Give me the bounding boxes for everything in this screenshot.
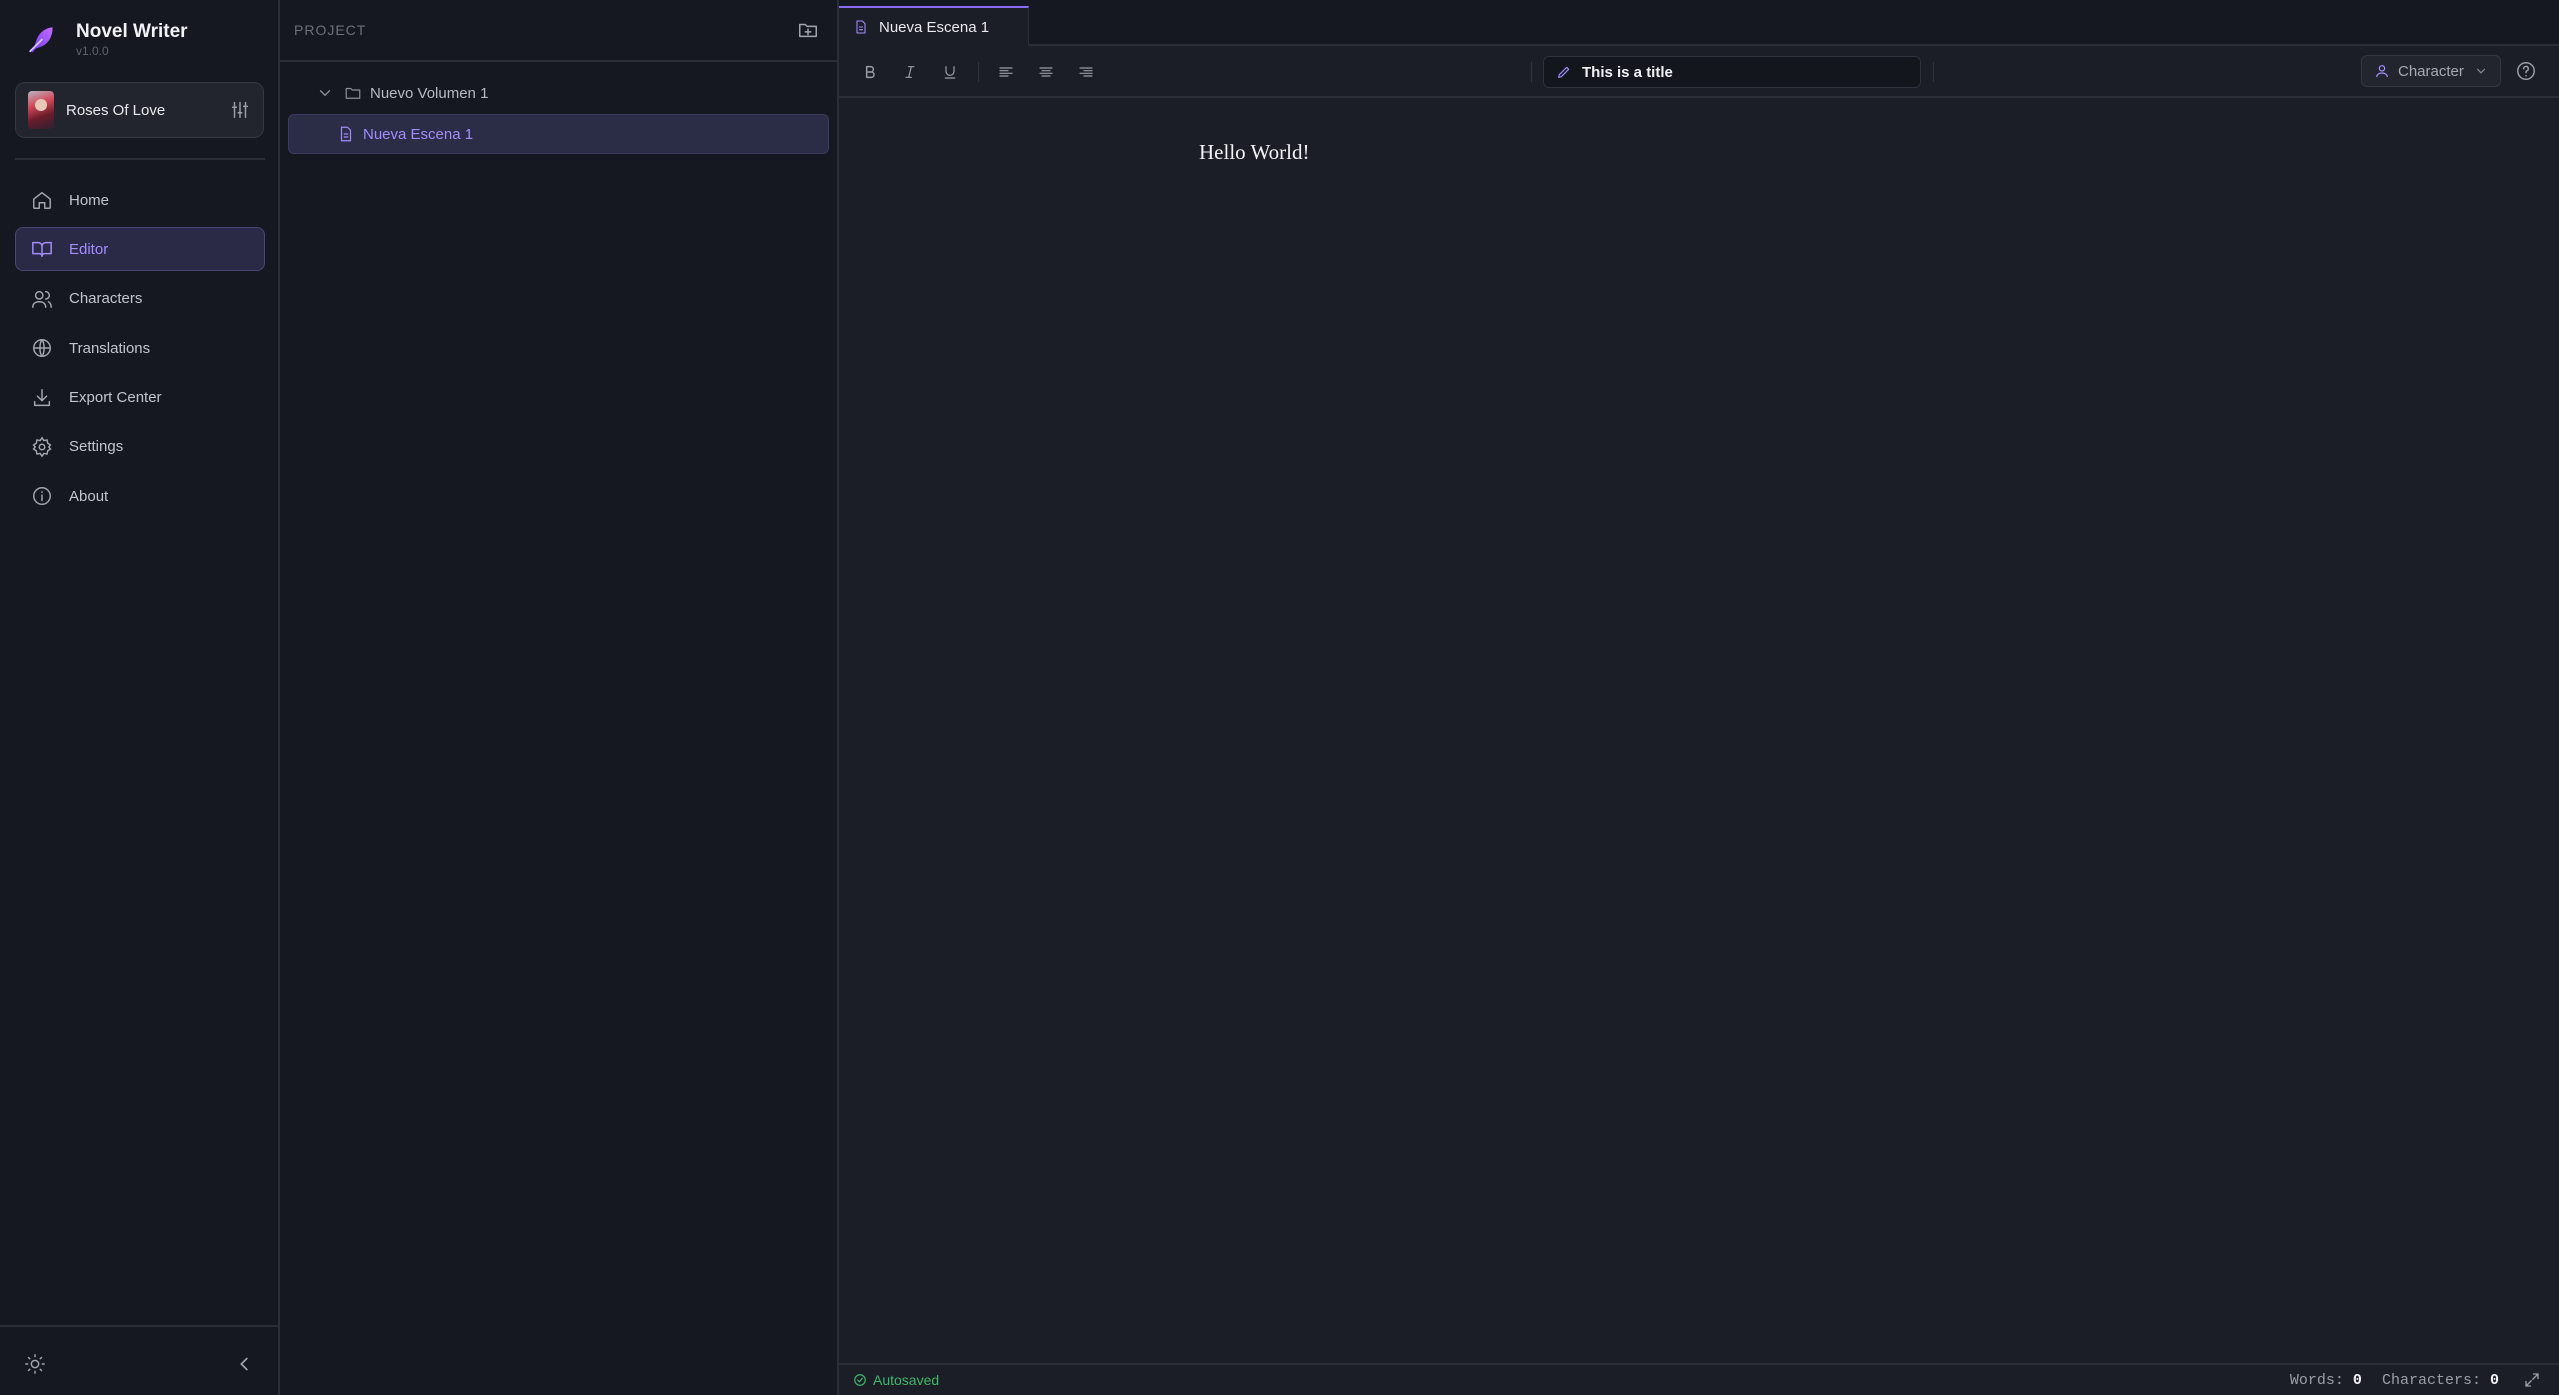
status-bar: Autosaved Words: 0 Characters: 0 [839,1363,2559,1395]
nav-item-label: Translations [69,339,151,357]
italic-icon[interactable] [897,59,923,85]
words-count: Words: 0 [2289,1371,2362,1389]
nav-item-translations[interactable]: Translations [15,326,265,370]
align-center-icon[interactable] [1033,59,1059,85]
tab-bar: Nueva Escena 1 [839,0,2559,46]
tab-label: Nueva Escena 1 [879,18,990,36]
character-select[interactable]: Character [2361,55,2501,87]
nav-item-label: Home [69,191,110,209]
app-title: Novel Writer [76,21,188,42]
folder-icon [344,84,362,102]
project-cover-image [28,91,54,129]
nav-item-label: Editor [69,240,109,258]
project-selector[interactable]: Roses Of Love [15,82,264,138]
tree-item-scene[interactable]: Nueva Escena 1 [288,114,829,154]
check-circle-icon [853,1373,867,1387]
character-select-label: Character [2398,62,2464,80]
feather-logo-icon [24,22,58,56]
autosave-label: Autosaved [873,1372,940,1388]
home-icon [31,189,53,211]
user-icon [2374,63,2390,79]
document-content[interactable]: Hello World! [1199,140,1310,165]
scene-label: Nueva Escena 1 [363,125,474,143]
sidebar: Novel Writer v1.0.0 Roses Of Love Home E… [0,0,280,1395]
project-name: Roses Of Love [66,101,166,119]
title-field[interactable] [1543,56,1921,88]
nav-item-characters[interactable]: Characters [15,277,265,321]
volume-label: Nuevo Volumen 1 [370,84,489,102]
download-icon [31,387,53,409]
tree-header: PROJECT [280,0,837,62]
nav-item-label: Characters [69,290,143,308]
tab-nueva-escena-1[interactable]: Nueva Escena 1 [839,6,1029,46]
sliders-icon[interactable] [229,99,251,121]
tree-item-volume[interactable]: Nuevo Volumen 1 [316,73,488,113]
sidebar-footer [0,1325,278,1395]
nav-divider [15,158,265,160]
brand: Novel Writer v1.0.0 [24,20,188,58]
expand-icon[interactable] [2523,1371,2541,1389]
autosave-status: Autosaved [853,1372,939,1388]
formatting-toolbar: Character [839,46,2559,98]
nav-item-settings[interactable]: Settings [15,425,265,469]
editor-pane: Nueva Escena 1 This is a title Character… [839,0,2559,1395]
nav-item-export-center[interactable]: Export Center [15,376,265,420]
main-nav: Home Editor Characters Translations Expo… [15,178,265,524]
tree-header-label: PROJECT [294,22,367,38]
bold-icon[interactable] [857,59,883,85]
chevron-left-icon[interactable] [234,1353,256,1375]
info-icon [31,485,53,507]
project-tree-panel: PROJECT Nuevo Volumen 1 Nueva Escena 1 [280,0,839,1395]
app-window: Novel Writer v1.0.0 Roses Of Love Home E… [0,0,2559,1395]
document-icon [337,125,355,143]
nav-item-home[interactable]: Home [15,178,265,222]
nav-item-label: Settings [69,438,124,456]
folder-plus-icon[interactable] [797,19,819,41]
word-count: Words: 0 Characters: 0 [2290,1372,2499,1389]
help-circle-icon[interactable] [2515,60,2537,82]
nav-item-label: Export Center [69,389,162,407]
document-icon [853,19,869,35]
underline-icon[interactable] [937,59,963,85]
book-open-icon [31,238,53,260]
title-input[interactable] [1582,63,1920,81]
align-left-icon[interactable] [993,59,1019,85]
app-version: v1.0.0 [76,44,109,58]
toolbar-separator [978,62,979,82]
toolbar-separator [1933,62,1934,82]
chevron-down-icon [2474,64,2488,78]
sun-icon[interactable] [24,1353,46,1375]
nav-item-label: About [69,487,109,505]
globe-icon [31,337,53,359]
align-right-icon[interactable] [1073,59,1099,85]
nav-item-editor[interactable]: Editor [15,227,265,272]
chevron-down-icon[interactable] [316,84,334,102]
toolbar-separator [1531,62,1532,82]
users-icon [31,288,53,310]
characters-count: Characters: 0 [2381,1371,2499,1389]
gear-icon [31,436,53,458]
nav-item-about[interactable]: About [15,474,265,518]
pencil-icon [1556,64,1572,80]
